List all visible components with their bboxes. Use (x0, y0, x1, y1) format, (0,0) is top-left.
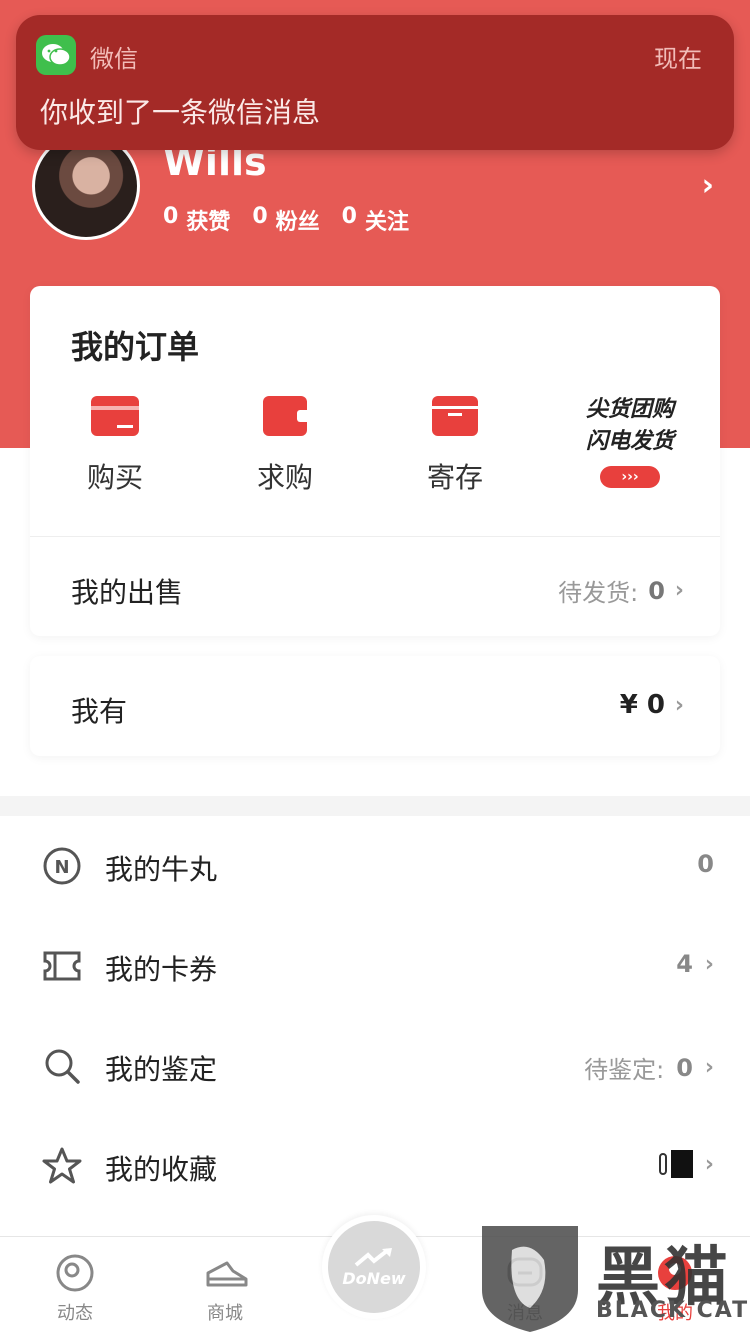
menu-item-authentication[interactable]: 我的鉴定 待鉴定: 0 › (0, 1016, 750, 1116)
stat-value: 0 (341, 204, 357, 229)
menu-value: 0 (697, 850, 714, 878)
menu-label: 我的卡券 (105, 953, 218, 986)
stat-value: 0 (252, 204, 268, 229)
chevron-right-icon[interactable]: › (702, 168, 714, 203)
search-icon (42, 1046, 82, 1086)
wallet-amount-group: ¥ 0 › (620, 690, 684, 720)
sales-count: 0 (648, 576, 665, 605)
ticket-icon (42, 946, 82, 986)
stat-label: 粉丝 (275, 210, 320, 235)
order-label: 求购 (256, 461, 313, 494)
tab-label: 动态 (57, 1303, 93, 1324)
menu-label: 我的收藏 (105, 1153, 218, 1186)
promo-arrow-pill: ››› (600, 466, 660, 488)
profile-icon (655, 1253, 695, 1293)
order-label: 寄存 (426, 461, 483, 494)
tab-label: 消息 (507, 1303, 543, 1324)
menu-value: 0 (676, 1053, 693, 1082)
section-divider (0, 796, 750, 816)
notification-app-name: 微信 (90, 45, 138, 73)
promo-line1: 尖货团购 (585, 397, 674, 422)
menu-item-coins[interactable]: N 我的牛丸 0 (0, 816, 750, 916)
card-icon (91, 396, 139, 436)
stat-label: 获赞 (186, 210, 231, 235)
menu-right: 0 (697, 850, 714, 878)
wechat-icon (36, 35, 76, 75)
dynamic-icon (55, 1253, 95, 1293)
orders-card: 我的订单 购买 求购 寄存 尖货团购 闪电发货 ››› 我的出售 待发货: 0 … (30, 286, 720, 636)
stat-likes[interactable]: 0 获赞 (163, 204, 230, 236)
star-icon (42, 1146, 82, 1186)
chevron-right-icon: › (704, 951, 714, 977)
menu-right-label: 待鉴定: (584, 1056, 665, 1084)
chevron-right-icon: › (674, 578, 684, 603)
my-sales-row[interactable]: 我的出售 待发货: 0 › (30, 537, 720, 636)
order-label: 购买 (86, 461, 143, 494)
donew-label: DoNew (342, 1268, 406, 1288)
promo-line2: 闪电发货 (585, 429, 674, 454)
donew-icon (354, 1247, 392, 1267)
orders-title: 我的订单 (71, 328, 200, 366)
wallet-icon (263, 396, 307, 436)
order-buy[interactable]: 购买 (55, 396, 175, 496)
notification-message: 你收到了一条微信消息 (40, 96, 321, 129)
tab-messages[interactable]: 消息 (450, 1237, 600, 1334)
menu-value: 4 (676, 950, 693, 978)
chevron-right-icon: › (674, 692, 684, 718)
wallet-card[interactable]: 我有 ¥ 0 › (30, 656, 720, 756)
chevron-right-icon: › (704, 1151, 714, 1177)
tab-bar: 动态 商城 DoNew 消息 我的 (0, 1215, 750, 1334)
message-icon (505, 1253, 545, 1293)
stat-following[interactable]: 0 关注 (342, 204, 409, 236)
wallet-amount: ¥ 0 (619, 690, 665, 720)
stat-fans[interactable]: 0 粉丝 (252, 204, 319, 236)
favorite-thumbnail (658, 1150, 693, 1178)
menu-item-favorites[interactable]: 我的收藏 › (0, 1116, 750, 1216)
menu-right: 待鉴定: 0 › (584, 1050, 714, 1085)
sales-status: 待发货: 0 › (558, 573, 684, 608)
shoe-icon (205, 1253, 248, 1293)
order-storage[interactable]: 寄存 (395, 396, 515, 496)
menu-right: › (658, 1150, 714, 1178)
group-buy-promo[interactable]: 尖货团购 闪电发货 ››› (570, 394, 690, 488)
tab-profile[interactable]: 我的 (600, 1237, 750, 1334)
tab-mall[interactable]: 商城 (150, 1237, 300, 1334)
profile-stats: 0 获赞 0 粉丝 0 关注 (163, 204, 409, 236)
donew-button[interactable]: DoNew (322, 1215, 426, 1319)
svg-text:N: N (54, 857, 69, 878)
sales-label: 我的出售 (71, 576, 184, 609)
tab-dynamic[interactable]: 动态 (0, 1237, 150, 1334)
menu-label: 我的牛丸 (105, 853, 218, 886)
menu-right: 4 › (676, 950, 714, 978)
chevron-right-icon: › (704, 1055, 714, 1080)
order-want[interactable]: 求购 (225, 396, 345, 496)
sales-status-label: 待发货: (558, 579, 639, 607)
wechat-notification[interactable]: 微信 现在 你收到了一条微信消息 (16, 15, 734, 150)
notification-time: 现在 (654, 45, 702, 73)
wallet-label: 我有 (71, 695, 128, 728)
n-coin-icon: N (42, 846, 82, 886)
tab-label: 我的 (657, 1303, 693, 1324)
menu-label: 我的鉴定 (105, 1053, 218, 1086)
stat-label: 关注 (364, 210, 409, 235)
menu-item-coupons[interactable]: 我的卡券 4 › (0, 916, 750, 1016)
tab-label: 商城 (207, 1303, 243, 1324)
stat-value: 0 (163, 204, 179, 229)
box-icon (432, 396, 478, 436)
